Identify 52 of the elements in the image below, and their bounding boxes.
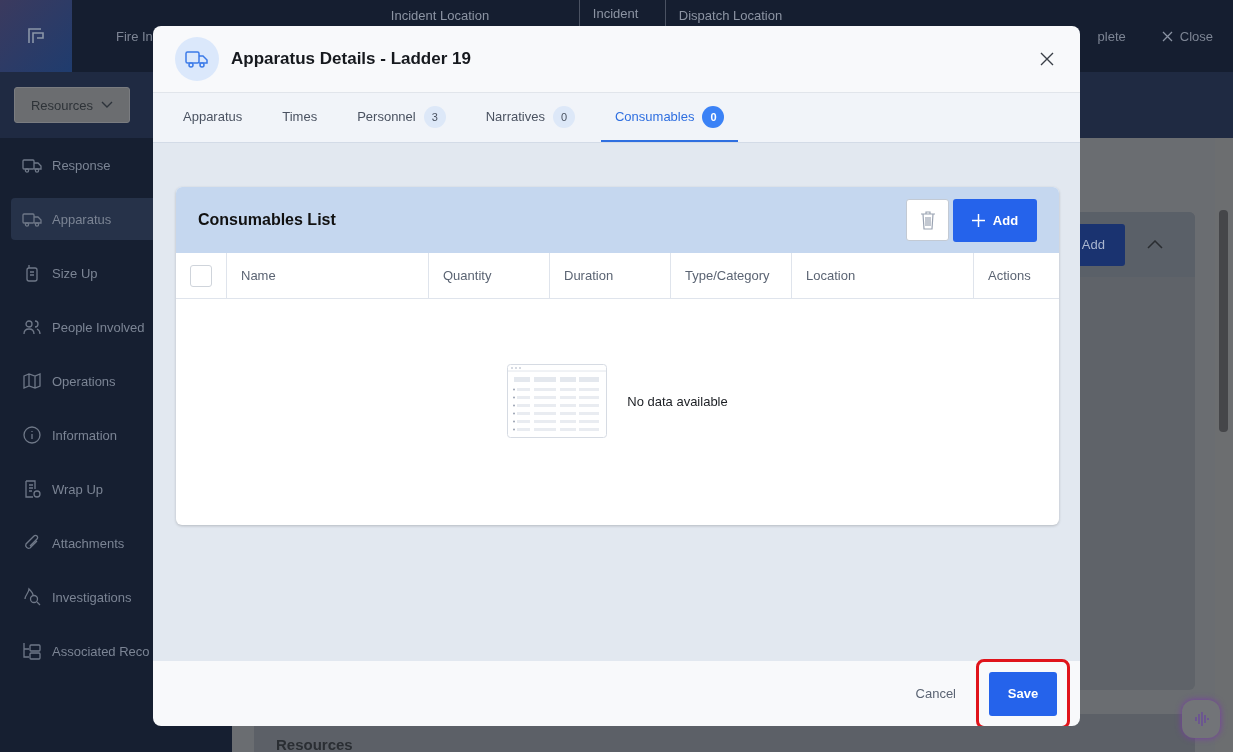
sidebar-item[interactable]: Response [11, 144, 232, 186]
close-icon [1161, 30, 1173, 42]
tree-icon [22, 641, 42, 661]
count-badge: 0 [702, 105, 725, 128]
info-icon [22, 425, 42, 445]
tab[interactable]: Apparatus [169, 93, 257, 142]
search-icon [22, 587, 42, 607]
empty-message: No data available [627, 393, 728, 409]
sidebar-item[interactable]: Associated Reco [11, 630, 232, 672]
doc-icon [22, 479, 42, 499]
count-badge: 3 [423, 105, 446, 128]
tab[interactable]: Times [268, 93, 332, 142]
column-header: Type/Category [685, 268, 770, 283]
sidebar-item[interactable]: Wrap Up [11, 468, 232, 510]
column-header: Actions [988, 268, 1031, 283]
resources-dropdown[interactable]: Resources [14, 87, 130, 123]
header-field-label: Dispatch Location [678, 8, 783, 23]
column-header: Duration [564, 268, 614, 283]
dialog-title: Apparatus Details - Ladder 19 [231, 49, 471, 69]
count-badge: 0 [552, 105, 575, 128]
add-button[interactable]: Add [953, 198, 1037, 242]
scrollbar[interactable] [1215, 138, 1233, 752]
sidebar-item[interactable]: Attachments [11, 522, 232, 564]
column-header: Name [241, 268, 276, 283]
save-button[interactable]: Save [989, 671, 1057, 716]
column-header: Location [806, 268, 856, 283]
logo-icon [26, 26, 46, 46]
cancel-button[interactable]: Cancel [909, 685, 962, 702]
plus-icon [971, 213, 985, 227]
close-button[interactable]: Close [1161, 28, 1213, 44]
chevron-down-icon [101, 101, 114, 109]
chevron-up-icon [1147, 240, 1163, 249]
column-header: Quantity [443, 268, 492, 283]
header-field-label: Incident [592, 6, 639, 21]
header-field-label: Incident Location [390, 8, 490, 23]
tab[interactable]: Personnel 3 [343, 93, 460, 142]
complete-button[interactable]: plete [1097, 28, 1126, 44]
truck-icon [175, 37, 219, 81]
tab[interactable]: Narratives 0 [471, 93, 589, 142]
sidebar-item[interactable]: Size Up [11, 252, 232, 294]
close-button[interactable] [1038, 50, 1056, 68]
sidebar-item[interactable]: Information [11, 414, 232, 456]
sidebar-item[interactable]: Operations [11, 360, 232, 402]
app-title: Fire In [116, 28, 153, 44]
voice-button[interactable] [1182, 700, 1220, 738]
sidebar-item[interactable]: Investigations [11, 576, 232, 618]
map-icon [22, 371, 42, 391]
trash-icon [919, 210, 936, 230]
sidebar-item[interactable]: People Involved [11, 306, 232, 348]
delete-button[interactable] [906, 199, 949, 241]
people-icon [22, 317, 42, 337]
select-all-checkbox[interactable] [190, 264, 212, 287]
